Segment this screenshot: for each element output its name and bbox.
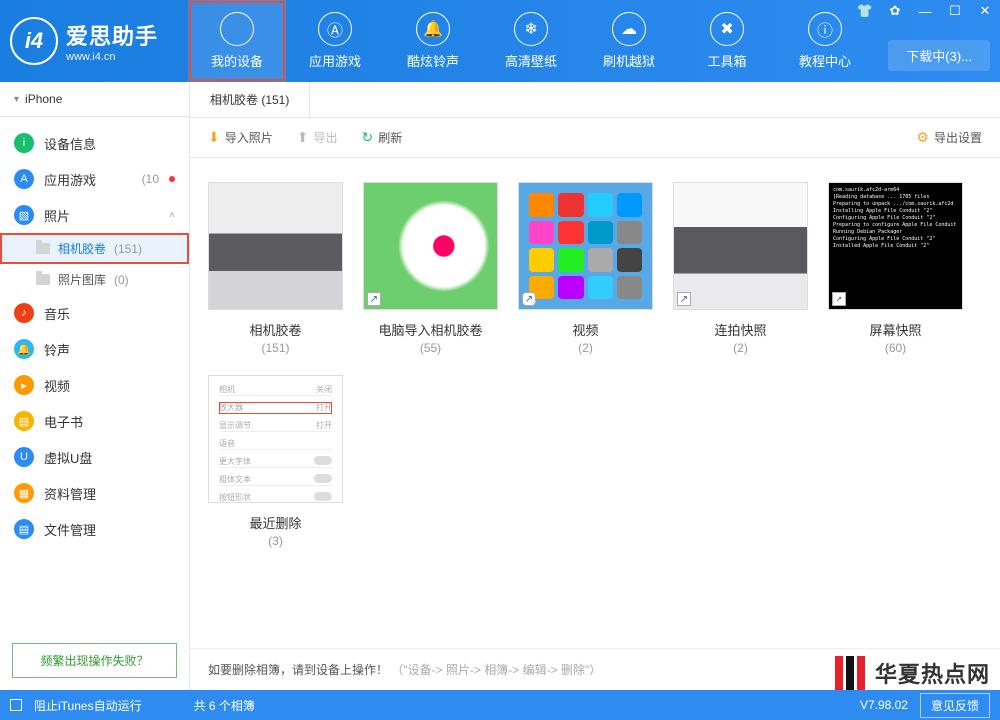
ringtones-icon: 🔔 (14, 339, 34, 359)
export-button: ⬆ 导出 (297, 129, 338, 146)
nav-tab-3[interactable]: ❄高清壁纸 (482, 0, 580, 82)
app-title: 爱思助手 (66, 19, 158, 51)
nav-icon-5: ✖ (710, 12, 744, 46)
album-thumb: 相机关闭放大器打开显示调节打开语音更大字体粗体文本按钮形状降低透明度 (208, 375, 343, 503)
sidebar-item-device-info[interactable]: i 设备信息 (0, 125, 189, 161)
notification-dot-icon (169, 176, 175, 182)
album-thumb: ↗ (673, 182, 808, 310)
app-header: i4 爱思助手 www.i4.cn 我的设备Ⓐ应用游戏🔔酷炫铃声❄高清壁纸☁刷机… (0, 0, 1000, 82)
sidebar-item-ringtones[interactable]: 🔔 铃声 (0, 331, 189, 367)
close-icon[interactable]: ✕ (970, 0, 1000, 22)
album-thumb: ↗ (363, 182, 498, 310)
folder-icon (36, 274, 50, 285)
sidebar-item-data[interactable]: ▦ 资料管理 (0, 475, 189, 511)
itunes-label: 阻止iTunes自动运行 (34, 697, 142, 714)
version-label: V7.98.02 (860, 698, 908, 712)
refresh-button[interactable]: ↻ 刷新 (362, 129, 403, 146)
nav-icon-2: 🔔 (416, 12, 450, 46)
folder-icon (36, 243, 50, 254)
nav-icon-1: Ⓐ (318, 12, 352, 46)
app-logo: i4 爱思助手 www.i4.cn (10, 17, 158, 65)
shortcut-icon: ↗ (522, 292, 536, 306)
content-tab-camera-roll[interactable]: 相机胶卷 (151) (190, 82, 310, 117)
album-3[interactable]: ↗ 连拍快照 (2) (673, 182, 808, 355)
album-5[interactable]: 相机关闭放大器打开显示调节打开语音更大字体粗体文本按钮形状降低透明度 最近删除 … (208, 375, 343, 548)
album-summary: 共 6 个相簿 (154, 697, 848, 714)
sidebar-item-files[interactable]: ▤ 文件管理 (0, 511, 189, 547)
caret-down-icon: ▾ (14, 94, 19, 105)
sidebar-item-udisk[interactable]: U 虚拟U盘 (0, 439, 189, 475)
apps-icon: A (14, 169, 34, 189)
album-4[interactable]: com.saurik.afc2d-arm64 [Reading database… (828, 182, 963, 355)
titlebar-controls: 👕 ✿ — ☐ ✕ (850, 0, 1000, 22)
feedback-button[interactable]: 意见反馈 (920, 693, 990, 718)
album-thumb (208, 182, 343, 310)
import-button[interactable]: ⬇ 导入照片 (208, 129, 273, 146)
album-0[interactable]: 相机胶卷 (151) (208, 182, 343, 355)
itunes-checkbox[interactable] (10, 699, 22, 711)
device-dropdown[interactable]: ▾ iPhone (0, 82, 189, 117)
nav-icon-0 (220, 12, 254, 46)
refresh-icon: ↻ (362, 129, 374, 146)
shortcut-icon: ↗ (832, 292, 846, 306)
export-icon: ⬆ (297, 129, 309, 146)
sidebar-item-apps[interactable]: A 应用游戏(10 (0, 161, 189, 197)
download-button[interactable]: 下载中(3)... (888, 40, 990, 71)
sidebar-item-videos[interactable]: ▸ 视频 (0, 367, 189, 403)
sidebar-item-music[interactable]: ♪ 音乐 (0, 295, 189, 331)
chevron-up-icon: ˄ (169, 210, 175, 221)
maximize-icon[interactable]: ☐ (940, 0, 970, 22)
delete-hint: 如要删除相簿，请到设备上操作！ （"设备-> 照片-> 相簿-> 编辑-> 删除… (190, 648, 1000, 690)
shortcut-icon: ↗ (677, 292, 691, 306)
nav-tab-2[interactable]: 🔔酷炫铃声 (384, 0, 482, 82)
music-icon: ♪ (14, 303, 34, 323)
tshirt-icon[interactable]: 👕 (850, 0, 880, 22)
data-icon: ▦ (14, 483, 34, 503)
settings-icon[interactable]: ✿ (880, 0, 910, 22)
udisk-icon: U (14, 447, 34, 467)
app-subtitle: www.i4.cn (66, 51, 158, 63)
device-name: iPhone (25, 92, 62, 106)
files-icon: ▤ (14, 519, 34, 539)
album-2[interactable]: ↗ 视频 (2) (518, 182, 653, 355)
content-area: 相机胶卷 (151) ⬇ 导入照片 ⬆ 导出 ↻ 刷新 ⚙ 导出设置 相机胶卷 … (190, 82, 1000, 690)
logo-badge-icon: i4 (10, 17, 58, 65)
sidebar-subitem-photo-library[interactable]: 照片图库 (0) (0, 264, 189, 295)
toolbar: ⬇ 导入照片 ⬆ 导出 ↻ 刷新 ⚙ 导出设置 (190, 118, 1000, 158)
gear-icon: ⚙ (916, 129, 929, 146)
nav-tab-5[interactable]: ✖工具箱 (678, 0, 776, 82)
photos-icon: ▧ (14, 205, 34, 225)
status-bar: 阻止iTunes自动运行 共 6 个相簿 V7.98.02 意见反馈 (0, 690, 1000, 720)
sidebar-subitem-camera-roll[interactable]: 相机胶卷 (151) (0, 233, 189, 264)
import-icon: ⬇ (208, 129, 220, 146)
sidebar-item-photos[interactable]: ▧ 照片˄ (0, 197, 189, 233)
nav-tab-0[interactable]: 我的设备 (188, 0, 286, 82)
device-info-icon: i (14, 133, 34, 153)
sidebar-item-ebooks[interactable]: ▤ 电子书 (0, 403, 189, 439)
videos-icon: ▸ (14, 375, 34, 395)
album-thumb: com.saurik.afc2d-arm64 [Reading database… (828, 182, 963, 310)
help-link[interactable]: 频繁出现操作失败？ (12, 643, 177, 678)
export-settings-button[interactable]: ⚙ 导出设置 (916, 129, 982, 146)
sidebar: ▾ iPhone i 设备信息A 应用游戏(10▧ 照片˄相机胶卷 (151)照… (0, 82, 190, 690)
album-thumb: ↗ (518, 182, 653, 310)
content-tab-bar: 相机胶卷 (151) (190, 82, 1000, 118)
shortcut-icon: ↗ (367, 292, 381, 306)
nav-tab-4[interactable]: ☁刷机越狱 (580, 0, 678, 82)
album-1[interactable]: ↗ 电脑导入相机胶卷 (55) (363, 182, 498, 355)
minimize-icon[interactable]: — (910, 0, 940, 22)
nav-icon-3: ❄ (514, 12, 548, 46)
ebooks-icon: ▤ (14, 411, 34, 431)
nav-icon-4: ☁ (612, 12, 646, 46)
nav-icon-6: ⓘ (808, 12, 842, 46)
nav-tab-1[interactable]: Ⓐ应用游戏 (286, 0, 384, 82)
